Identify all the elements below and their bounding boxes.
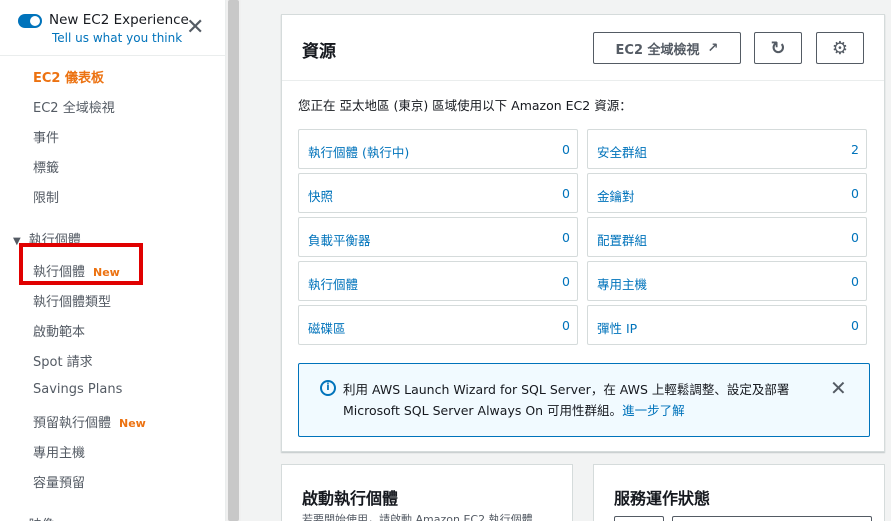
resource-count: 2: [851, 142, 859, 157]
service-health-card: 服務運作狀態: [593, 464, 885, 521]
refresh-button[interactable]: ↻: [754, 32, 802, 64]
resource-load-balancers[interactable]: 負載平衡器 0: [298, 217, 578, 257]
sidebar-item-savings-plans[interactable]: Savings Plans: [33, 382, 122, 397]
region-description: 您正在 亞太地區 (東京) 區域使用以下 Amazon EC2 資源：: [298, 98, 632, 113]
resource-count: 0: [851, 274, 859, 289]
resource-instances[interactable]: 執行個體 0: [298, 261, 578, 301]
resource-label: 快照: [308, 189, 334, 204]
launch-instance-card: 啟動執行個體 若要開始使用，請啟動 Amazon EC2 執行個體: [281, 464, 573, 521]
sidebar-section-images[interactable]: ▼映像: [13, 514, 55, 521]
feedback-link[interactable]: Tell us what you think: [52, 31, 182, 45]
close-icon[interactable]: ✕: [186, 17, 204, 39]
sidebar-item-reserved-instances[interactable]: 預留執行個體 New: [33, 412, 146, 431]
resource-label: 配置群組: [597, 233, 648, 248]
toggle-title: New EC2 Experience: [49, 12, 189, 28]
resource-label: 執行個體: [308, 277, 359, 292]
resource-elastic-ips[interactable]: 彈性 IP 0: [587, 305, 867, 345]
sidebar-divider: [0, 55, 225, 56]
info-alert: i 利用 AWS Launch Wizard for SQL Server，在 …: [298, 363, 870, 437]
scrollbar-thumb[interactable]: [228, 0, 239, 521]
resource-count: 0: [562, 230, 570, 245]
info-message: 利用 AWS Launch Wizard for SQL Server，在 AW…: [343, 382, 790, 418]
sidebar-item-spot-requests[interactable]: Spot 請求: [33, 351, 93, 370]
sidebar-item-ec2-global-view[interactable]: EC2 全域檢視: [33, 97, 115, 116]
resource-count: 0: [562, 142, 570, 157]
info-icon: i: [320, 380, 336, 396]
external-link-icon: ↗: [707, 40, 719, 56]
sidebar-item-ec2-dashboard[interactable]: EC2 儀表板: [33, 67, 104, 86]
refresh-icon: ↻: [770, 37, 786, 59]
resource-label: 安全群組: [597, 145, 648, 160]
global-view-label: EC2 全域檢視: [615, 42, 700, 58]
resource-count: 0: [851, 318, 859, 333]
launch-instance-title: 啟動執行個體: [302, 489, 399, 508]
resource-placement-groups[interactable]: 配置群組 0: [587, 217, 867, 257]
settings-button[interactable]: ⚙: [816, 32, 864, 64]
service-health-control[interactable]: [614, 516, 664, 521]
resource-label: 磁碟區: [308, 321, 346, 336]
sidebar-item-instance-types[interactable]: 執行個體類型: [33, 291, 111, 310]
resource-count: 0: [851, 230, 859, 245]
resources-title: 資源: [302, 42, 336, 62]
resource-count: 0: [562, 318, 570, 333]
sidebar-scrollbar[interactable]: [226, 0, 241, 521]
resource-count: 0: [562, 274, 570, 289]
resource-count: 0: [851, 186, 859, 201]
sidebar-item-capacity-reservations[interactable]: 容量預留: [33, 472, 85, 491]
sidebar-item-launch-templates[interactable]: 啟動範本: [33, 321, 85, 340]
resource-instances-running[interactable]: 執行個體 (執行中) 0: [298, 129, 578, 169]
sidebar-item-dedicated-hosts[interactable]: 專用主機: [33, 442, 85, 461]
resource-security-groups[interactable]: 安全群組 2: [587, 129, 867, 169]
highlight-box: [19, 243, 143, 285]
resource-snapshots[interactable]: 快照 0: [298, 173, 578, 213]
resource-volumes[interactable]: 磁碟區 0: [298, 305, 578, 345]
sidebar-item-limits[interactable]: 限制: [33, 187, 59, 206]
resource-label: 負載平衡器: [308, 233, 371, 248]
service-health-select[interactable]: [672, 516, 872, 521]
sidebar-item-events[interactable]: 事件: [33, 127, 59, 146]
global-view-button[interactable]: EC2 全域檢視 ↗: [593, 32, 741, 64]
resources-header: 資源 EC2 全域檢視 ↗ ↻ ⚙: [282, 15, 884, 81]
resource-dedicated-hosts[interactable]: 專用主機 0: [587, 261, 867, 301]
close-icon[interactable]: ✕: [830, 376, 847, 400]
resource-key-pairs[interactable]: 金鑰對 0: [587, 173, 867, 213]
resource-count: 0: [562, 186, 570, 201]
service-health-title: 服務運作狀態: [614, 489, 711, 508]
gear-icon: ⚙: [831, 37, 849, 59]
sidebar-item-label: 預留執行個體: [33, 416, 112, 431]
sidebar-item-tags[interactable]: 標籤: [33, 157, 59, 176]
resources-panel: 資源 EC2 全域檢視 ↗ ↻ ⚙ 您正在 亞太地區 (東京) 區域使用以下 A…: [281, 14, 885, 452]
resource-label: 執行個體 (執行中): [308, 145, 410, 160]
launch-instance-subtitle: 若要開始使用，請啟動 Amazon EC2 執行個體: [302, 513, 533, 521]
resource-label: 專用主機: [597, 277, 648, 292]
info-text: 利用 AWS Launch Wizard for SQL Server，在 AW…: [343, 379, 813, 421]
resource-label: 金鑰對: [597, 189, 635, 204]
new-badge: New: [119, 417, 146, 430]
learn-more-link[interactable]: 進一步了解: [622, 403, 685, 418]
resource-label: 彈性 IP: [597, 321, 638, 336]
new-experience-toggle[interactable]: [18, 14, 42, 28]
